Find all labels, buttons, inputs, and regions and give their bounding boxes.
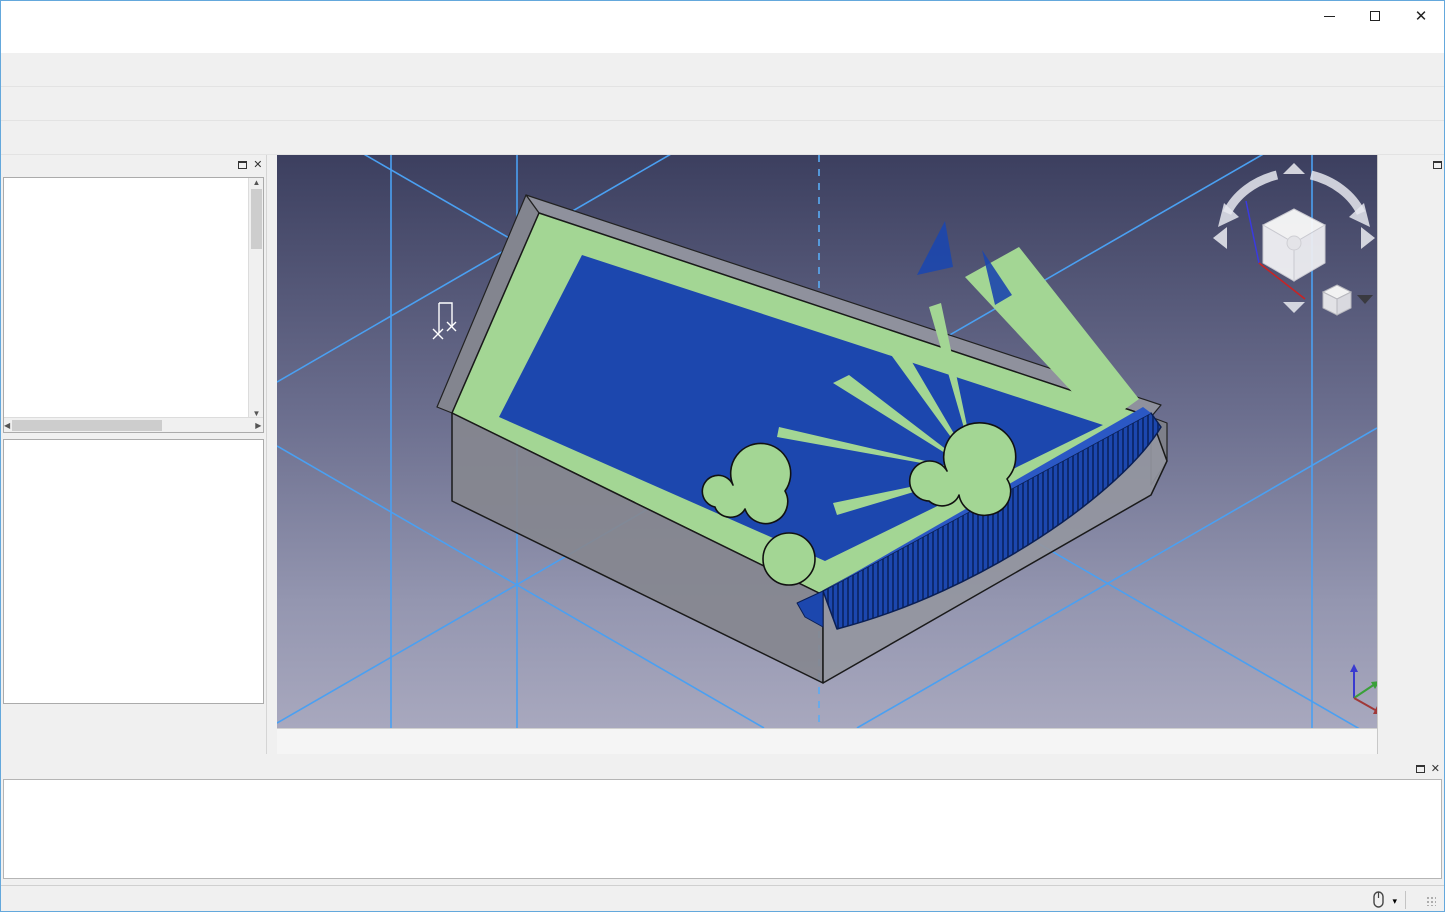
status-bar: ▾: [1, 885, 1444, 912]
mouse-icon: [1373, 891, 1384, 908]
menu-bar: [1, 31, 1444, 53]
tree-vertical-scrollbar[interactable]: ▲▼: [248, 178, 263, 418]
toolbar-file: [1, 53, 1444, 87]
model-tree: ▲▼ ◀▶: [3, 177, 264, 433]
panel-splitter[interactable]: [267, 155, 277, 754]
python-console-input[interactable]: [3, 779, 1442, 879]
freecad-window: ✕ ✕ ▲▼ ◀▶: [0, 0, 1445, 912]
minimize-button[interactable]: [1306, 1, 1352, 31]
kicad-stepup-panel: [1377, 155, 1444, 754]
3d-viewport[interactable]: [277, 155, 1377, 728]
nav-mini-cube[interactable]: [1323, 285, 1351, 315]
title-bar: ✕: [1, 1, 1444, 31]
combo-view-panel: ✕ ▲▼ ◀▶: [1, 155, 267, 754]
close-button[interactable]: ✕: [1398, 1, 1444, 31]
close-panel-icon[interactable]: ✕: [253, 160, 262, 171]
toolbar-view: [1, 87, 1444, 121]
nav-style-selector[interactable]: ▾: [1392, 892, 1397, 907]
property-editor: [3, 439, 264, 704]
close-panel-icon[interactable]: ✕: [1431, 764, 1440, 775]
tree-horizontal-scrollbar[interactable]: ◀▶: [4, 417, 263, 432]
toolbar-part-design: [1, 121, 1444, 155]
resize-grip[interactable]: [1426, 896, 1436, 906]
maximize-button[interactable]: [1352, 1, 1398, 31]
document-tab-bar: [277, 728, 1377, 754]
float-panel-icon[interactable]: [1416, 765, 1425, 773]
freecad-logo-icon: [8, 7, 26, 25]
python-console-panel: ✕: [1, 759, 1444, 879]
property-view-tabs: [1, 704, 266, 708]
float-panel-icon[interactable]: [238, 161, 247, 169]
float-panel-icon[interactable]: [1433, 161, 1442, 169]
